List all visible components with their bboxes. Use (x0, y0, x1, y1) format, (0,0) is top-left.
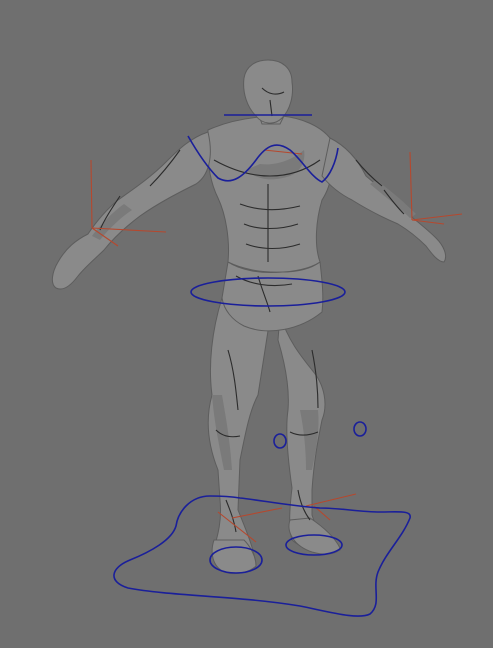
3d-viewport[interactable] (0, 0, 493, 648)
right-knee-pole-control[interactable] (353, 421, 367, 437)
left-arm[interactable] (51, 131, 211, 290)
right-foot[interactable] (288, 517, 341, 555)
root-control[interactable] (113, 495, 411, 617)
head[interactable] (243, 59, 293, 124)
viewport-canvas[interactable] (0, 0, 493, 648)
right-arm[interactable] (321, 137, 447, 263)
left-knee-pole-control[interactable] (273, 433, 287, 449)
character-mesh[interactable] (51, 59, 447, 575)
